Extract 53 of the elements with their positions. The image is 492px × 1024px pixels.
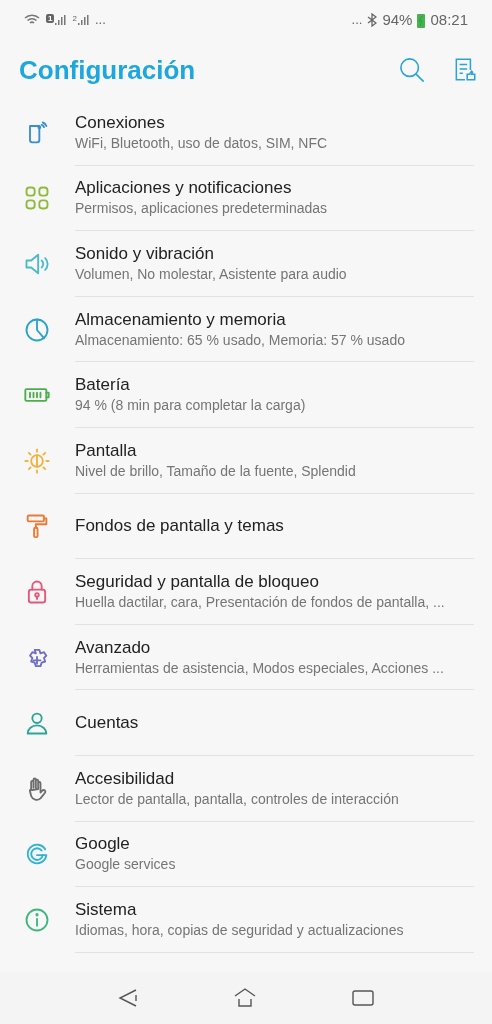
item-subtitle: Herramientas de asistencia, Modos especiales, Acciones ... — [75, 658, 445, 678]
item-subtitle: Permisos, aplicaciones predeterminadas — [75, 199, 329, 219]
settings-item[interactable]: Google Google services — [0, 821, 492, 888]
bluetooth-icon — [367, 13, 378, 27]
item-subtitle: Idiomas, hora, copias de seguridad y actualizaciones — [75, 920, 405, 940]
item-title: Sistema — [75, 898, 138, 921]
settings-item[interactable]: Pantalla Nivel de brillo, Tamaño de la fuente, Splendid — [0, 427, 492, 494]
item-title: Google — [75, 833, 131, 856]
item-title: Conexiones — [75, 111, 166, 134]
item-title: Aplicaciones y notificaciones — [75, 177, 293, 200]
home-button[interactable] — [233, 987, 257, 1009]
signal-icon — [54, 14, 67, 26]
settings-item[interactable]: Sistema Idiomas, hora, copias de seguridad y actualizaciones — [0, 887, 492, 953]
settings-item[interactable]: Fondos de pantalla y temas — [0, 493, 492, 560]
recents-button[interactable] — [351, 988, 375, 1008]
settings-item[interactable]: Cuentas — [0, 690, 492, 756]
item-title: Sonido y vibración — [75, 243, 215, 265]
item-title: Almacenamiento y memoria — [75, 308, 287, 331]
battery-charging-icon — [417, 12, 426, 28]
settings-item[interactable]: Avanzado Herramientas de asistencia, Modos especiales, Acciones ... — [0, 624, 492, 691]
item-title: Seguridad y pantalla de bloqueo — [75, 570, 320, 593]
item-title: Fondos de pantalla y temas — [75, 514, 285, 537]
page-title: Configuración — [19, 53, 196, 87]
signal-icon — [76, 14, 89, 26]
battery-percentage: 94% — [382, 9, 413, 30]
item-subtitle: WiFi, Bluetooth, uso de datos, SIM, NFC — [75, 133, 329, 153]
settings-item[interactable]: Sonido y vibración Volumen, No molestar, Asistente para audio — [0, 231, 492, 297]
more-notifications: ... — [351, 11, 363, 30]
more-notifications: ... — [94, 11, 106, 30]
item-subtitle: Google services — [75, 855, 177, 875]
wifi-icon — [24, 13, 40, 27]
item-subtitle: Lector de pantalla, pantalla, controles de interacción — [75, 789, 400, 809]
item-subtitle: Nivel de brillo, Tamaño de la fuente, Splendid — [75, 461, 357, 481]
sim-number: 2 — [72, 14, 77, 23]
settings-item[interactable]: Almacenamiento y memoria Almacenamiento: 65 % usado, Memoria: 57 % usado — [0, 296, 492, 363]
item-title: Cuentas — [75, 711, 140, 734]
item-title: Pantalla — [75, 439, 138, 462]
settings-item[interactable]: Aplicaciones y notificaciones Permisos, aplicaciones predeterminadas — [0, 165, 492, 232]
search-button[interactable] — [398, 56, 426, 84]
item-title: Accesibilidad — [75, 767, 176, 790]
settings-item[interactable]: Accesibilidad Lector de pantalla, pantalla, controles de interacción — [0, 755, 492, 822]
settings-item[interactable]: Seguridad y pantalla de bloqueo Huella dactilar, cara, Presentación de fondos de pantalla, ... — [0, 559, 492, 625]
item-subtitle: Almacenamiento: 65 % usado, Memoria: 57 % usado — [75, 330, 406, 350]
settings-item[interactable]: Batería 94 % (8 min para completar la carga) — [0, 362, 492, 428]
item-subtitle: Volumen, No molestar, Asistente para audio — [75, 265, 348, 284]
item-subtitle: Huella dactilar, cara, Presentación de fondos de pantalla, ... — [75, 592, 446, 612]
sim-number: 1 — [46, 14, 55, 23]
settings-item[interactable]: Conexiones WiFi, Bluetooth, uso de datos, SIM, NFC — [0, 100, 492, 166]
item-title: Batería — [75, 374, 131, 397]
item-title: Avanzado — [75, 636, 152, 659]
item-subtitle: 94 % (8 min para completar la carga) — [75, 396, 307, 416]
clock: 08:21 — [430, 9, 468, 30]
back-button[interactable] — [117, 987, 139, 1009]
